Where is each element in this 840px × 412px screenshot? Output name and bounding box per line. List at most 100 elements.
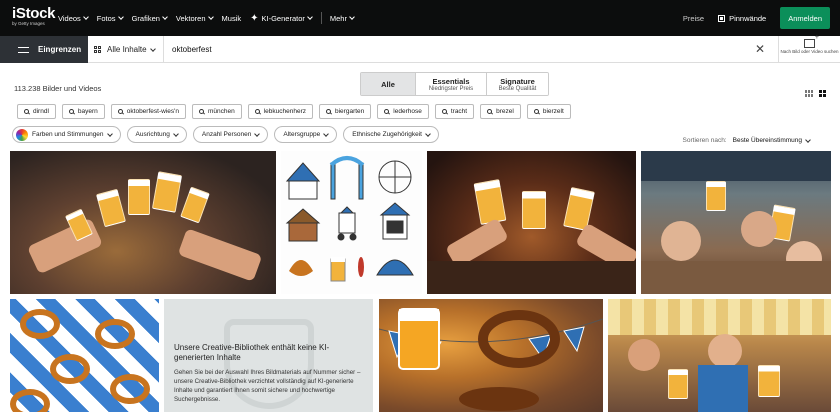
chevron-down-icon	[106, 130, 113, 137]
search-input[interactable]	[163, 36, 723, 63]
filter-label: Ausrichtung	[135, 131, 170, 138]
nav-vektoren[interactable]: Vektoren	[175, 13, 214, 23]
oktoberfest-icons-illustration	[285, 156, 414, 282]
tab-title: Alle	[381, 79, 395, 89]
content-type-label: Alle Inhalte	[107, 45, 147, 54]
nav-label: KI-Generator	[261, 13, 305, 23]
creative-notice-card: Unsere Creative-Bibliothek enthält keine…	[164, 299, 373, 412]
result-image-beer-tent[interactable]	[608, 299, 831, 412]
related-chip[interactable]: oktoberfest-wies'n	[110, 104, 186, 119]
result-image-pretzel-pattern[interactable]	[10, 299, 159, 412]
search-icon	[24, 109, 29, 114]
top-navigation: iStock by Getty Images Videos Fotos Graf…	[0, 0, 840, 36]
nav-label: Vektoren	[175, 13, 206, 23]
result-image-icon-set[interactable]	[281, 151, 422, 294]
chevron-down-icon	[805, 136, 811, 143]
chip-label: lebkuchenherz	[263, 108, 306, 115]
sliders-icon	[18, 46, 29, 54]
chip-label: bierzelt	[542, 108, 564, 115]
search-icon	[533, 109, 539, 114]
search-icon	[198, 109, 204, 114]
nav-label: Musik	[221, 13, 242, 23]
nav-mehr[interactable]: Mehr	[330, 14, 355, 23]
result-image-toast[interactable]	[10, 151, 276, 294]
filter-orientation[interactable]: Ausrichtung	[126, 126, 187, 143]
istock-logo[interactable]: iStock by Getty Images	[12, 5, 56, 26]
anmelden-button[interactable]: Anmelden	[780, 7, 830, 29]
eingrenzen-label: Eingrenzen	[38, 45, 82, 54]
filter-colors[interactable]: Farben und Stimmungen	[12, 126, 121, 143]
chevron-down-icon	[207, 14, 214, 20]
creative-notice-body: Gehen Sie bei der Auswahl Ihres Bildmate…	[174, 369, 361, 403]
filter-label: Anzahl Personen	[201, 131, 252, 138]
nav-label: Fotos	[96, 13, 116, 23]
related-chip[interactable]: brezel	[480, 104, 521, 119]
filter-ethnicity[interactable]: Ethnische Zugehörigkeit	[343, 126, 439, 143]
chevron-down-icon	[307, 14, 313, 20]
filter-people-count[interactable]: Anzahl Personen	[192, 126, 269, 143]
related-chip[interactable]: bayern	[61, 104, 105, 119]
tab-signature[interactable]: Signature Beste Qualität	[487, 73, 548, 95]
eingrenzen-button[interactable]: Eingrenzen	[0, 36, 88, 63]
result-image-pretzels-beer[interactable]	[379, 299, 603, 412]
nav-videos[interactable]: Videos	[58, 13, 89, 23]
filter-label: Farben und Stimmungen	[32, 131, 104, 138]
tab-subtitle: Niedrigster Preis	[428, 85, 474, 92]
chevron-down-icon	[82, 14, 89, 20]
camera-plus-icon	[804, 34, 819, 48]
mosaic-view-icon[interactable]	[805, 90, 814, 97]
sort-select[interactable]: Sortieren nach: Beste Übereinstimmung	[682, 136, 811, 144]
image-search-button[interactable]: Nach Bild oder Video suchen	[778, 34, 840, 63]
license-tabs: Alle Essentials Niedrigster Preis Signatu…	[360, 72, 549, 96]
chip-label: biergarten	[335, 108, 365, 115]
chip-label: lederhose	[393, 108, 422, 115]
logo-text: iStock	[12, 5, 56, 22]
creative-notice-title: Unsere Creative-Bibliothek enthält keine…	[174, 343, 330, 362]
related-chip[interactable]: bierzelt	[526, 104, 571, 119]
filter-age[interactable]: Altersgruppe	[274, 126, 338, 143]
chip-label: bayern	[77, 108, 98, 115]
chevron-down-icon	[349, 14, 355, 20]
results-count: 113.238 Bilder und Videos	[14, 84, 102, 93]
chip-label: dirndl	[33, 108, 49, 115]
chip-label: brezel	[496, 108, 514, 115]
sort-value: Beste Übereinstimmung	[732, 137, 802, 144]
search-icon	[254, 109, 260, 114]
nav-fotos[interactable]: Fotos	[96, 13, 124, 23]
related-chip[interactable]: lederhose	[377, 104, 429, 119]
filter-label: Altersgruppe	[283, 131, 321, 138]
preise-link[interactable]: Preise	[683, 14, 704, 23]
related-chip[interactable]: tracht	[434, 104, 475, 119]
tab-alle[interactable]: Alle	[361, 73, 416, 95]
related-chip[interactable]: lebkuchenherz	[247, 104, 313, 119]
view-toggle	[800, 90, 828, 97]
content-type-select[interactable]: Alle Inhalte	[94, 36, 156, 63]
chevron-down-icon	[149, 45, 156, 52]
chevron-down-icon	[254, 130, 261, 137]
nav-musik[interactable]: Musik	[222, 14, 242, 23]
filter-label: Ethnische Zugehörigkeit	[352, 131, 422, 138]
result-image-beer-hall[interactable]	[427, 151, 636, 294]
result-image-friends-cheers[interactable]	[641, 151, 831, 294]
nav-ki-generator[interactable]: ✦ KI-Generator	[250, 13, 313, 24]
search-bar: Eingrenzen Alle Inhalte ✕ Nach Bild oder…	[0, 34, 840, 63]
sort-label: Sortieren nach:	[682, 137, 727, 144]
nav-label: Videos	[58, 13, 81, 23]
grid-view-icon[interactable]	[819, 90, 828, 97]
nav-label: Grafiken	[131, 13, 160, 23]
chip-label: oktoberfest-wies'n	[126, 108, 179, 115]
tab-essentials[interactable]: Essentials Niedrigster Preis	[416, 73, 487, 95]
chevron-down-icon	[117, 14, 124, 20]
tab-title: Essentials	[432, 76, 470, 86]
pinnwaende-link[interactable]: Pinnwände	[718, 14, 766, 23]
related-chip[interactable]: dirndl	[17, 104, 56, 119]
board-icon	[718, 14, 726, 22]
chevron-down-icon	[173, 130, 179, 137]
close-icon[interactable]: ✕	[755, 43, 765, 55]
related-chip[interactable]: biergarten	[319, 104, 372, 119]
search-icon	[68, 109, 74, 114]
tab-title: Signature	[500, 76, 535, 86]
related-chip[interactable]: münchen	[191, 104, 242, 119]
nav-grafiken[interactable]: Grafiken	[131, 13, 168, 23]
chevron-down-icon	[425, 130, 431, 137]
